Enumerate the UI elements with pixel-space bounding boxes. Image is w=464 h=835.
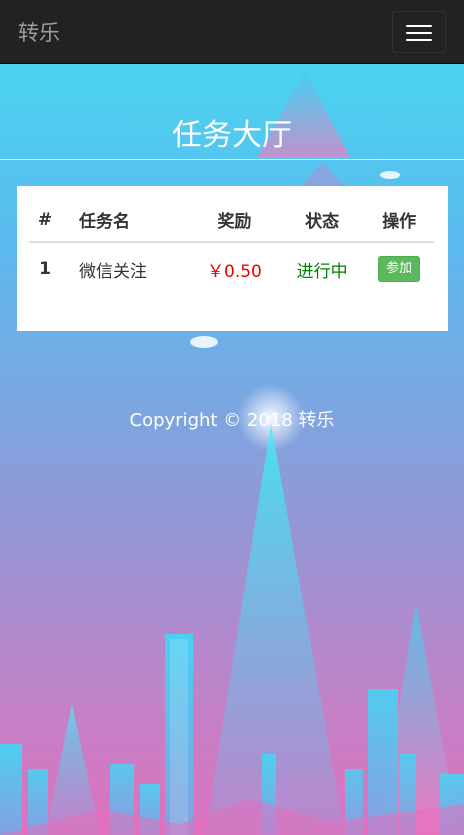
header-num: # bbox=[29, 198, 61, 243]
header-task-name: 任务名 bbox=[61, 198, 189, 243]
header-reward: 奖励 bbox=[189, 198, 280, 243]
task-reward: ￥0.50 bbox=[207, 261, 262, 282]
table-row: 1 微信关注 ￥0.50 进行中 参加 bbox=[29, 242, 434, 295]
brand-logo[interactable]: 转乐 bbox=[18, 17, 60, 47]
task-name: 微信关注 bbox=[79, 261, 147, 282]
task-table-card: # 任务名 奖励 状态 操作 1 微信关注 ￥0.50 进行中 参加 bbox=[17, 186, 448, 331]
city-skyline-background bbox=[0, 70, 464, 835]
join-button[interactable]: 参加 bbox=[378, 256, 421, 282]
footer-copyright: Copyright © 2018 转乐 bbox=[129, 410, 335, 431]
task-status: 进行中 bbox=[296, 261, 348, 282]
header-status: 状态 bbox=[279, 198, 365, 243]
task-table: # 任务名 奖励 状态 操作 1 微信关注 ￥0.50 进行中 参加 bbox=[29, 198, 434, 295]
task-action-cell: 参加 bbox=[364, 242, 434, 295]
header-action: 操作 bbox=[364, 198, 434, 243]
table-header-row: # 任务名 奖励 状态 操作 bbox=[29, 198, 434, 243]
page-title: 任务大厅 bbox=[172, 118, 292, 153]
task-num: 1 bbox=[39, 259, 51, 279]
navbar-toggle-button[interactable] bbox=[392, 11, 446, 53]
title-divider bbox=[0, 159, 464, 160]
navbar: 转乐 bbox=[0, 0, 464, 64]
